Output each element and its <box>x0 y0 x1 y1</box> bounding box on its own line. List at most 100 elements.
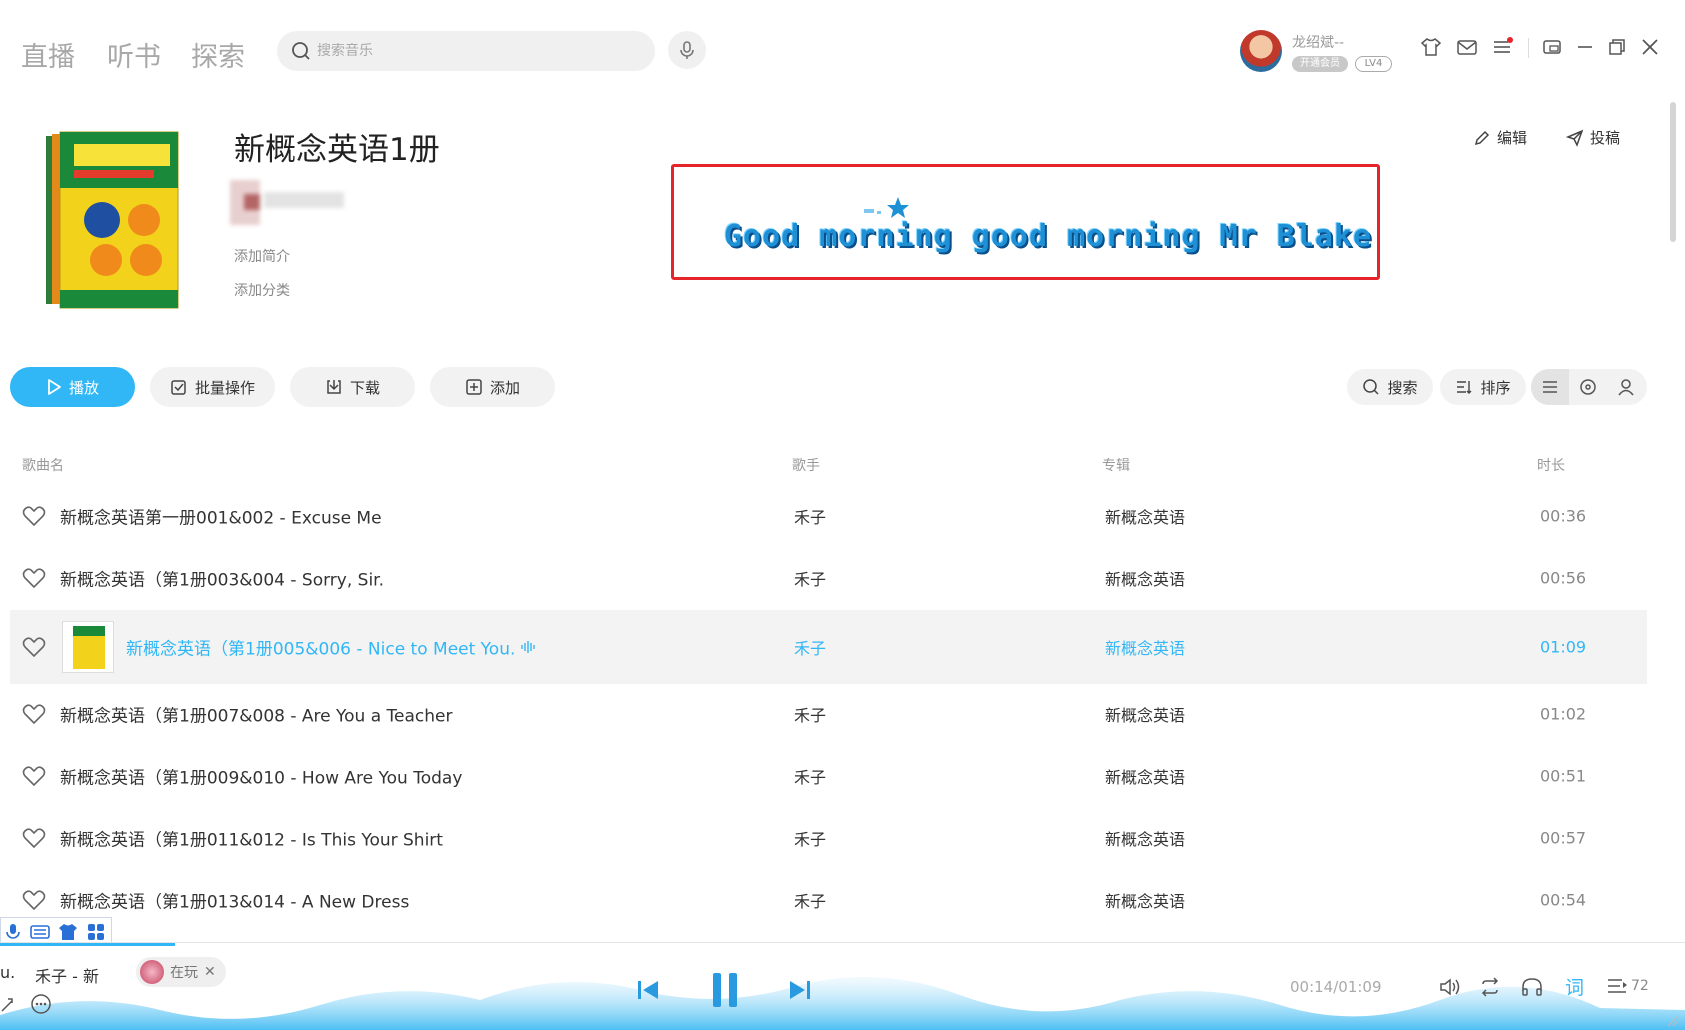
add-label: 添加 <box>489 378 520 397</box>
heart-icon[interactable] <box>22 703 46 725</box>
singer-name[interactable]: 禾子 <box>794 888 826 912</box>
heart-icon[interactable] <box>22 567 46 589</box>
singer-name[interactable]: 禾子 <box>794 504 826 528</box>
search-input[interactable] <box>317 43 617 59</box>
scrollbar[interactable] <box>1670 102 1676 242</box>
singer-name[interactable]: 禾子 <box>794 702 826 726</box>
singer-view-icon[interactable] <box>1607 369 1645 405</box>
minimize-icon[interactable] <box>1573 35 1597 59</box>
progress-fill[interactable] <box>0 943 175 946</box>
song-title[interactable]: 新概念英语（第1册009&010 - How Are You Today <box>60 764 462 789</box>
track-thumbnail[interactable] <box>62 621 114 673</box>
friend-avatar <box>140 960 164 984</box>
singer-name[interactable]: 禾子 <box>794 764 826 788</box>
repeat-icon[interactable] <box>1478 976 1502 998</box>
maximize-icon[interactable] <box>1605 35 1629 59</box>
album-name[interactable]: 新概念英语 <box>1105 504 1185 528</box>
shirt-icon[interactable] <box>57 922 79 942</box>
sort-button[interactable]: 排序 <box>1440 369 1526 405</box>
add-intro-link[interactable]: 添加简介 <box>234 246 290 266</box>
song-title[interactable]: 新概念英语（第1册003&004 - Sorry, Sir. <box>60 566 384 591</box>
next-icon[interactable] <box>788 978 812 1002</box>
heart-icon[interactable] <box>22 827 46 849</box>
batch-operation-button[interactable]: 批量操作 <box>150 367 275 407</box>
star-decoration <box>864 197 909 218</box>
heart-icon[interactable] <box>22 765 46 787</box>
album-name[interactable]: 新概念英语 <box>1105 826 1185 850</box>
close-icon[interactable] <box>1638 35 1662 59</box>
table-row[interactable]: 新概念英语（第1册003&004 - Sorry, Sir. 禾子 新概念英语 00:… <box>10 547 1647 609</box>
song-title[interactable]: 新概念英语（第1册007&008 - Are You a Teacher <box>60 702 453 727</box>
table-row[interactable]: 新概念英语第一册001&002 - Excuse Me 禾子 新概念英语 00:36 <box>10 485 1647 547</box>
song-title[interactable]: 新概念英语（第1册011&012 - Is This Your Shirt <box>60 826 443 851</box>
mini-mode-icon[interactable] <box>1540 35 1564 59</box>
share-icon[interactable] <box>0 995 16 1013</box>
previous-icon[interactable] <box>636 978 660 1002</box>
table-row[interactable]: 新概念英语（第1册013&014 - A New Dress 禾子 新概念英语 00:… <box>10 869 1647 931</box>
sort-icon <box>1457 381 1472 394</box>
apps-icon[interactable] <box>85 922 107 942</box>
table-row[interactable]: 新概念英语（第1册005&006 - Nice to Meet You. 禾子 新概… <box>10 610 1647 684</box>
table-row[interactable]: 新概念英语（第1册009&010 - How Are You Today 禾子 新概… <box>10 745 1647 807</box>
song-title[interactable]: 新概念英语（第1册013&014 - A New Dress <box>60 888 409 913</box>
resize-grip-icon[interactable] <box>1665 1013 1679 1027</box>
player-bar: u. 禾子 - 新 在玩 ✕ 00:14/01:09 词 72 <box>0 942 1685 1030</box>
search-bar <box>277 31 655 71</box>
now-playing-text[interactable]: 禾子 - 新 <box>35 963 107 987</box>
table-row[interactable]: 新概念英语（第1册007&008 - Are You a Teacher 禾子 新概… <box>10 683 1647 745</box>
lyric-toggle-button[interactable]: 词 <box>1565 973 1584 1000</box>
tab-explore[interactable]: 探索 <box>191 35 245 74</box>
keyboard-icon[interactable] <box>29 922 51 942</box>
download-label: 下载 <box>349 378 380 397</box>
duration: 00:57 <box>1540 828 1587 848</box>
album-view-icon[interactable] <box>1569 369 1607 405</box>
song-title[interactable]: 新概念英语（第1册005&006 - Nice to Meet You. <box>126 635 515 660</box>
table-row[interactable]: 新概念英语（第1册011&012 - Is This Your Shirt 禾子 新… <box>10 807 1647 869</box>
play-all-button[interactable]: 播放 <box>10 367 135 407</box>
skin-icon[interactable] <box>1419 35 1443 59</box>
add-category-link[interactable]: 添加分类 <box>234 280 290 300</box>
mail-icon[interactable] <box>1455 35 1479 59</box>
album-name[interactable]: 新概念英语 <box>1105 566 1185 590</box>
add-button[interactable]: 添加 <box>430 367 555 407</box>
more-icon[interactable] <box>30 993 52 1015</box>
song-title[interactable]: 新概念英语第一册001&002 - Excuse Me <box>60 504 382 529</box>
singer-name[interactable]: 禾子 <box>794 635 826 659</box>
column-header-duration[interactable]: 时长 <box>1537 455 1565 475</box>
column-header-song[interactable]: 歌曲名 <box>22 455 64 475</box>
avatar[interactable] <box>1240 30 1282 72</box>
volume-icon[interactable] <box>1438 976 1462 998</box>
album-name[interactable]: 新概念英语 <box>1105 764 1185 788</box>
singer-name[interactable]: 禾子 <box>794 826 826 850</box>
microphone-icon[interactable] <box>3 922 23 942</box>
column-header-singer[interactable]: 歌手 <box>792 455 820 475</box>
tab-audiobook[interactable]: 听书 <box>107 35 161 74</box>
pause-icon[interactable] <box>710 971 740 1009</box>
heart-icon[interactable] <box>22 889 46 911</box>
heart-icon[interactable] <box>22 505 46 527</box>
submit-button[interactable]: 投稿 <box>1566 127 1620 148</box>
time-display: 00:14/01:09 <box>1290 978 1382 996</box>
singer-name[interactable]: 禾子 <box>794 566 826 590</box>
album-name[interactable]: 新概念英语 <box>1105 888 1185 912</box>
sound-effect-icon[interactable] <box>1520 976 1544 998</box>
list-search-button[interactable]: 搜索 <box>1347 369 1433 405</box>
album-name[interactable]: 新概念英语 <box>1105 702 1185 726</box>
album-name[interactable]: 新概念英语 <box>1105 635 1185 659</box>
list-view-icon[interactable] <box>1531 369 1569 405</box>
heart-icon[interactable] <box>22 636 46 658</box>
close-tag-icon[interactable]: ✕ <box>204 964 216 980</box>
play-queue-button[interactable]: 72 <box>1606 976 1649 996</box>
user-name[interactable]: 龙绍斌-- <box>1292 32 1344 52</box>
download-button[interactable]: 下载 <box>290 367 415 407</box>
column-header-album[interactable]: 专辑 <box>1102 455 1130 475</box>
playing-tag-label: 在玩 <box>170 965 198 981</box>
voice-search-button[interactable] <box>668 31 706 69</box>
waveform-background <box>0 977 1685 1030</box>
send-icon <box>1566 129 1584 147</box>
vip-badge[interactable]: 开通会员 <box>1292 56 1348 72</box>
playing-tag[interactable]: 在玩 ✕ <box>136 957 226 987</box>
tab-live[interactable]: 直播 <box>21 35 75 74</box>
edit-button[interactable]: 编辑 <box>1473 127 1527 148</box>
menu-icon[interactable] <box>1490 35 1514 59</box>
